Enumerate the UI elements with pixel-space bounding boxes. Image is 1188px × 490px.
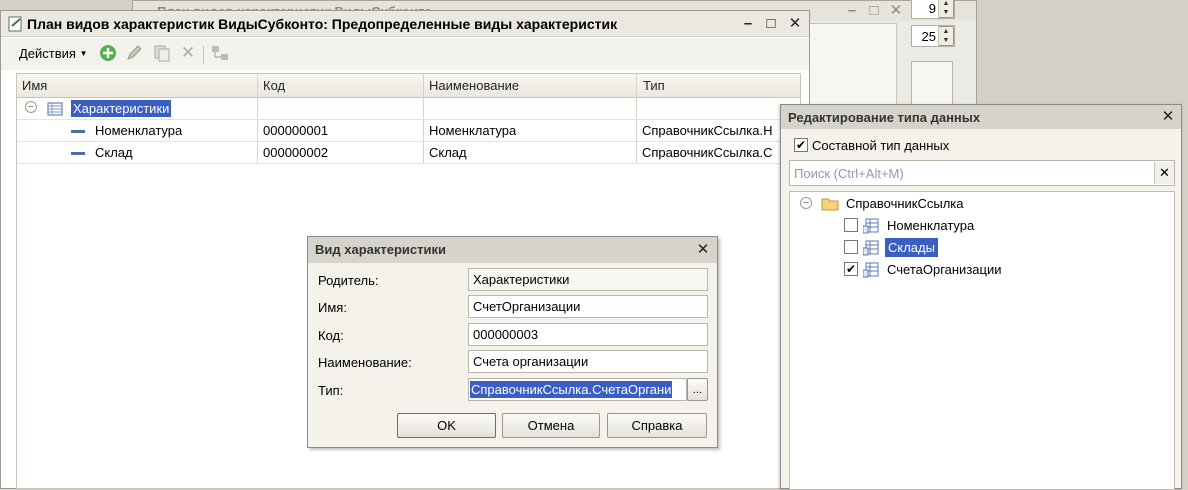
spin-arrows-icon[interactable]: ▲ ▼ [938,0,954,18]
actions-menu[interactable]: Действия ▼ [19,46,88,61]
row-code: 000000001 [263,123,329,138]
title-field[interactable]: Счета организации [468,350,708,373]
parent-field[interactable]: Характеристики [468,268,708,291]
type-edit-dialog: Редактирование типа данных ✕ ✔ Составной… [780,104,1182,490]
code-label: Код: [318,328,344,343]
type-select-button[interactable]: ... [687,378,708,401]
name-field[interactable]: СчетОрганизации [468,295,708,318]
code-field[interactable]: 000000003 [468,323,708,346]
maximize-button[interactable]: □ [762,15,780,33]
row-title: Номенклатура [429,123,517,138]
type-field[interactable]: СправочникСсылка.СчетаОргани [468,378,687,401]
spin-field-2[interactable]: 25 ▲ ▼ [911,25,955,47]
minimize-button[interactable]: – [739,15,757,33]
row-code: 000000002 [263,145,329,160]
row-name: Характеристики [71,100,172,117]
dialog-close-button[interactable]: ✕ [694,241,712,259]
hierarchy-icon[interactable] [211,44,229,62]
row-title: Склад [429,145,467,160]
row-type: СправочникСсылка.Н [642,123,773,138]
help-button[interactable]: Справка [607,413,707,438]
type-dialog-close-button[interactable]: ✕ [1159,108,1177,126]
item-icon [71,130,85,133]
toolbar-divider [203,46,204,64]
type-field-value: СправочникСсылка.СчетаОргани [470,381,673,398]
main-titlebar: План видов характеристик ВидыСубконто: П… [1,11,809,37]
tree-item-checkbox-accounts[interactable]: ✔ [844,262,858,276]
ok-button[interactable]: OK [397,413,496,438]
type-tree: – СправочникСсылка Номенклатура Склады ✔… [789,191,1175,490]
tree-item-checkbox-nomenclature[interactable] [844,218,858,232]
dropdown-arrow-icon: ▼ [79,49,88,58]
bg-close-button[interactable]: ✕ [887,2,905,20]
search-input[interactable]: Поиск (Ctrl+Alt+M) ✕ [789,160,1175,186]
title-label: Наименование: [318,355,412,370]
table-row[interactable]: Склад 000000002 Склад СправочникСсылка.С [17,142,800,164]
tree-item-checkbox-warehouses[interactable] [844,240,858,254]
dialog-titlebar: Вид характеристики ✕ [308,237,717,263]
window-icon [8,16,22,32]
composite-label: Составной тип данных [812,138,950,153]
catalog-icon [863,218,879,234]
main-window-title: План видов характеристик ВидыСубконто: П… [27,16,618,32]
name-label: Имя: [318,300,347,315]
characteristic-dialog: Вид характеристики ✕ Родитель: Характери… [307,236,718,448]
parent-label: Родитель: [318,273,379,288]
type-dialog-title: Редактирование типа данных [788,110,981,125]
spin-field-1[interactable]: 9 ▲ ▼ [911,0,955,19]
dialog-title: Вид характеристики [315,242,446,257]
search-placeholder: Поиск (Ctrl+Alt+M) [794,166,904,181]
type-label: Тип: [318,383,344,398]
row-type: СправочникСсылка.С [642,145,773,160]
search-clear-icon[interactable]: ✕ [1154,162,1174,184]
toolbar: Действия ▼ ✕ [1,38,809,70]
bg-minimize-button[interactable]: – [843,2,861,20]
delete-icon[interactable]: ✕ [179,44,197,62]
close-button[interactable]: ✕ [786,15,804,33]
row-name: Склад [95,145,133,160]
spin-arrows-icon[interactable]: ▲ ▼ [938,26,954,46]
table-row[interactable]: – Характеристики [17,98,800,120]
column-header-name[interactable]: Имя [22,78,47,93]
composite-checkbox[interactable]: ✔ [794,138,808,152]
column-header-code[interactable]: Код [263,78,285,93]
collapse-icon[interactable]: – [25,101,37,113]
folder-icon [821,198,839,211]
cancel-button[interactable]: Отмена [502,413,600,438]
add-icon[interactable] [99,44,117,62]
table-row[interactable]: Номенклатура 000000001 Номенклатура Спра… [17,120,800,142]
catalog-icon [863,240,879,256]
group-icon [47,102,63,116]
column-header-title[interactable]: Наименование [429,78,519,93]
item-icon [71,152,85,155]
tree-item-label[interactable]: Склады [885,238,938,257]
type-dialog-titlebar: Редактирование типа данных ✕ [781,105,1181,129]
tree-item-label[interactable]: Номенклатура [887,218,974,233]
collapse-icon[interactable]: – [800,197,812,209]
actions-label: Действия [19,46,76,61]
catalog-icon [863,262,879,278]
table-header: Имя Код Наименование Тип [17,74,800,98]
copy-icon[interactable] [153,44,171,62]
column-header-type[interactable]: Тип [643,78,665,93]
edit-icon[interactable] [125,44,143,62]
bg-maximize-button[interactable]: □ [865,2,883,20]
tree-item-label[interactable]: СчетаОрганизации [887,262,1001,277]
tree-root-label[interactable]: СправочникСсылка [846,196,964,211]
row-name: Номенклатура [95,123,183,138]
